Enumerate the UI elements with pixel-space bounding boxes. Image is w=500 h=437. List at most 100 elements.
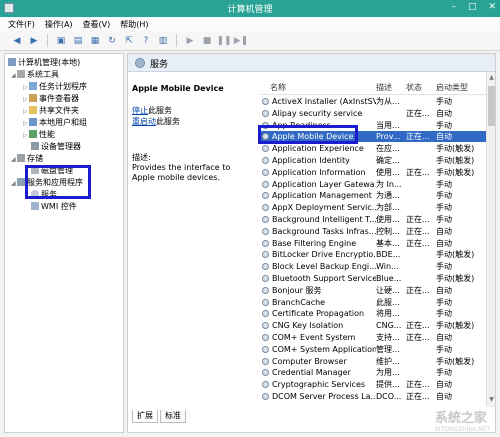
service-row[interactable]: Application Experience 在应... 手动(触发) <box>260 143 486 154</box>
gear-icon <box>262 227 269 235</box>
highlight-box-service <box>258 125 358 144</box>
service-desc-cell: 为 In... <box>376 179 402 189</box>
tree-event-viewer[interactable]: ▷ 事件查看器 <box>23 93 79 104</box>
refresh-icon[interactable]: ↻ <box>105 34 119 48</box>
close-button[interactable]: ✕ <box>488 2 496 12</box>
scroll-down-icon[interactable]: ▼ <box>487 396 495 405</box>
folder-icon[interactable]: ▣ <box>54 34 68 48</box>
tree-task-scheduler[interactable]: ▷ 任务计划程序 <box>23 81 87 92</box>
stop-service-link[interactable]: 停止此服务 <box>132 105 172 116</box>
service-startup-cell: 自动 <box>436 380 452 390</box>
gear-icon <box>262 322 269 330</box>
service-row[interactable]: Computer Browser 维护... 手动(触发) <box>260 356 486 367</box>
service-desc-cell: 使用... <box>376 215 400 224</box>
column-header-startup-type[interactable]: 启动类型 <box>436 82 468 93</box>
back-icon[interactable]: ◀ <box>10 34 24 48</box>
maximize-button[interactable]: □ <box>468 2 477 12</box>
service-startup-cell: 自动 <box>436 285 452 295</box>
service-row[interactable]: Credential Manager 为用... 手动 <box>260 367 486 378</box>
service-name-cell: Base Filtering Engine <box>272 238 357 248</box>
service-startup-cell: 手动(触发) <box>436 356 475 366</box>
tree-local-users[interactable]: ▷ 本地用户和组 <box>23 117 87 128</box>
stop-service-icon[interactable]: ■ <box>200 34 214 48</box>
service-row[interactable]: Block Level Backup Engi... Win... 手动 <box>260 261 486 272</box>
service-row[interactable]: Cryptographic Services 提供... 正在... 自动 <box>260 379 486 390</box>
start-service-icon[interactable]: ▶ <box>183 34 197 48</box>
service-desc-cell: Blue... <box>376 274 402 283</box>
menu-help[interactable]: 帮助(H) <box>120 19 148 30</box>
service-row[interactable]: Application Information 使用... 正在... 手动(触发) <box>260 167 486 178</box>
menu-action[interactable]: 操作(A) <box>45 19 73 30</box>
restart-service-link[interactable]: 重启动此服务 <box>132 116 180 127</box>
service-row[interactable]: ActiveX Installer (AxInstSV) 为从... 手动 <box>260 96 486 107</box>
service-row[interactable]: Application Management 为通... 手动 <box>260 190 486 201</box>
service-name-cell: CNG Key Isolation <box>272 321 344 331</box>
folder-icon <box>29 106 37 114</box>
service-startup-cell: 手动 <box>436 179 452 189</box>
service-desc-cell: 在应... <box>376 144 400 154</box>
help-icon[interactable]: ? <box>139 34 153 48</box>
service-row[interactable]: COM+ Event System 支持... 正在... 自动 <box>260 332 486 343</box>
service-status-cell: 正在... <box>406 333 430 342</box>
tab-standard[interactable]: 标准 <box>160 410 186 423</box>
tree-performance[interactable]: ▷ 性能 <box>23 129 55 140</box>
gear-icon <box>262 251 269 259</box>
event-icon <box>29 94 37 102</box>
service-name-cell: Cryptographic Services <box>272 380 366 390</box>
service-row[interactable]: Base Filtering Engine 基本... 正在... 自动 <box>260 238 486 249</box>
service-row[interactable]: Alipay security service 正在... 自动 <box>260 108 486 119</box>
service-row[interactable]: DCOM Server Process La... DCO... 正在... 自动 <box>260 391 486 402</box>
tree-system-tools[interactable]: ◢ 系统工具 <box>11 69 59 80</box>
menu-file[interactable]: 文件(F) <box>8 19 35 30</box>
service-desc-cell: BDE... <box>376 250 401 260</box>
service-row[interactable]: CNG Key Isolation CNG... 正在... 手动(触发) <box>260 320 486 331</box>
vertical-scrollbar[interactable]: ▲ ▼ <box>486 72 495 407</box>
properties-icon[interactable]: ▦ <box>88 34 102 48</box>
tree-device-manager[interactable]: 设备管理器 <box>31 141 81 152</box>
column-header-status[interactable]: 状态 <box>406 82 422 93</box>
service-startup-cell: 手动 <box>436 191 452 201</box>
service-row[interactable]: COM+ System Application 管理... 手动 <box>260 344 486 355</box>
service-row[interactable]: Application Layer Gatewa... 为 In... 手动 <box>260 179 486 190</box>
users-icon <box>29 118 37 126</box>
console-tree-icon[interactable]: ▤ <box>71 34 85 48</box>
tree-root[interactable]: 计算机管理(本地) <box>8 57 80 68</box>
service-name-cell: Bonjour 服务 <box>272 285 322 295</box>
column-header-name[interactable]: 名称 <box>270 82 286 93</box>
service-row[interactable]: Background Intelligent T... 使用... 正在... 手动 <box>260 214 486 225</box>
scroll-up-icon[interactable]: ▲ <box>487 74 495 83</box>
minimize-button[interactable]: – <box>451 2 456 12</box>
export-icon[interactable]: ⇱ <box>122 34 136 48</box>
restart-service-icon[interactable]: ▶❚ <box>234 34 248 48</box>
service-row[interactable]: Bonjour 服务 让硬... 正在... 自动 <box>260 285 486 296</box>
service-row[interactable]: BitLocker Drive Encryptio... BDE... 手动(触发) <box>260 249 486 260</box>
gear-icon <box>262 345 269 353</box>
panel-icon[interactable]: ▥ <box>156 34 170 48</box>
service-status-cell: 正在... <box>406 132 430 142</box>
service-desc-cell: 为通... <box>376 191 400 201</box>
service-row[interactable]: Background Tasks Infras... 控制... 正在... 自动 <box>260 226 486 237</box>
tree-wmi[interactable]: WMI 控件 <box>31 201 77 212</box>
gear-icon <box>262 393 269 400</box>
gear-icon <box>262 145 269 153</box>
tree-storage[interactable]: ◢ 存储 <box>11 153 43 164</box>
scroll-thumb[interactable] <box>488 86 495 126</box>
tab-extended[interactable]: 扩展 <box>132 410 158 423</box>
gear-icon <box>262 204 269 212</box>
service-startup-cell: 手动 <box>436 262 452 272</box>
service-row[interactable]: Bluetooth Support Service Blue... 手动(触发) <box>260 273 486 284</box>
tree-shared-folders[interactable]: ▷ 共享文件夹 <box>23 105 79 116</box>
service-startup-cell: 手动 <box>436 203 452 213</box>
service-row[interactable]: BranchCache 此服... 手动 <box>260 297 486 308</box>
service-row[interactable]: Application Identity 确定... 手动(触发) <box>260 155 486 166</box>
column-header-description[interactable]: 描述 <box>376 82 392 93</box>
service-desc-cell: 基本... <box>376 238 400 248</box>
service-startup-cell: 自动 <box>436 392 452 401</box>
pause-service-icon[interactable]: ❚❚ <box>216 34 231 48</box>
service-desc-cell: 支持... <box>376 333 400 342</box>
forward-icon[interactable]: ▶ <box>27 34 41 48</box>
service-row[interactable]: Certificate Propagation 将用... 手动 <box>260 308 486 319</box>
service-name-cell: BranchCache <box>272 297 326 307</box>
service-row[interactable]: AppX Deployment Servic... 为部... 手动 <box>260 202 486 213</box>
menu-view[interactable]: 查看(V) <box>83 19 111 30</box>
